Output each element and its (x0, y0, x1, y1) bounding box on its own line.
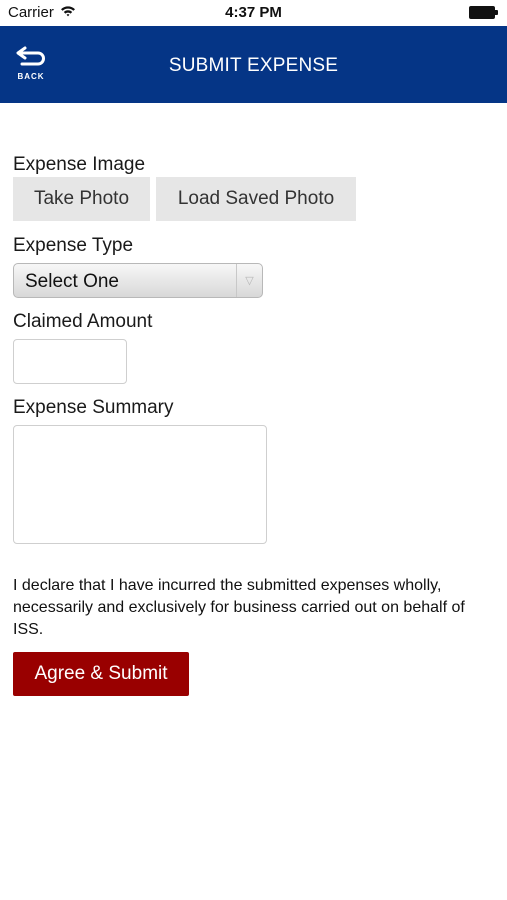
page-title: SUBMIT EXPENSE (168, 55, 339, 76)
battery-icon (469, 6, 499, 19)
claimed-amount-input[interactable] (13, 339, 127, 384)
expense-type-select[interactable]: Select One ▽ (13, 263, 263, 298)
status-bar: Carrier 4:37 PM (0, 0, 507, 26)
expense-image-label: Expense Image (13, 154, 146, 175)
load-saved-photo-button[interactable]: Load Saved Photo (156, 177, 356, 221)
claimed-amount-label: Claimed Amount (13, 311, 153, 332)
declaration-text: I declare that I have incurred the submi… (13, 577, 465, 638)
agree-submit-button[interactable]: Agree & Submit (13, 652, 189, 696)
expense-type-selected-value: Select One (25, 271, 119, 292)
expense-summary-textarea[interactable] (13, 425, 267, 544)
take-photo-button[interactable]: Take Photo (13, 177, 150, 221)
nav-bar: BACK SUBMIT EXPENSE (0, 26, 507, 103)
expense-summary-label: Expense Summary (13, 397, 174, 418)
status-time: 4:37 PM (225, 4, 282, 21)
chevron-down-icon: ▽ (236, 264, 262, 297)
expense-type-label: Expense Type (13, 235, 134, 256)
